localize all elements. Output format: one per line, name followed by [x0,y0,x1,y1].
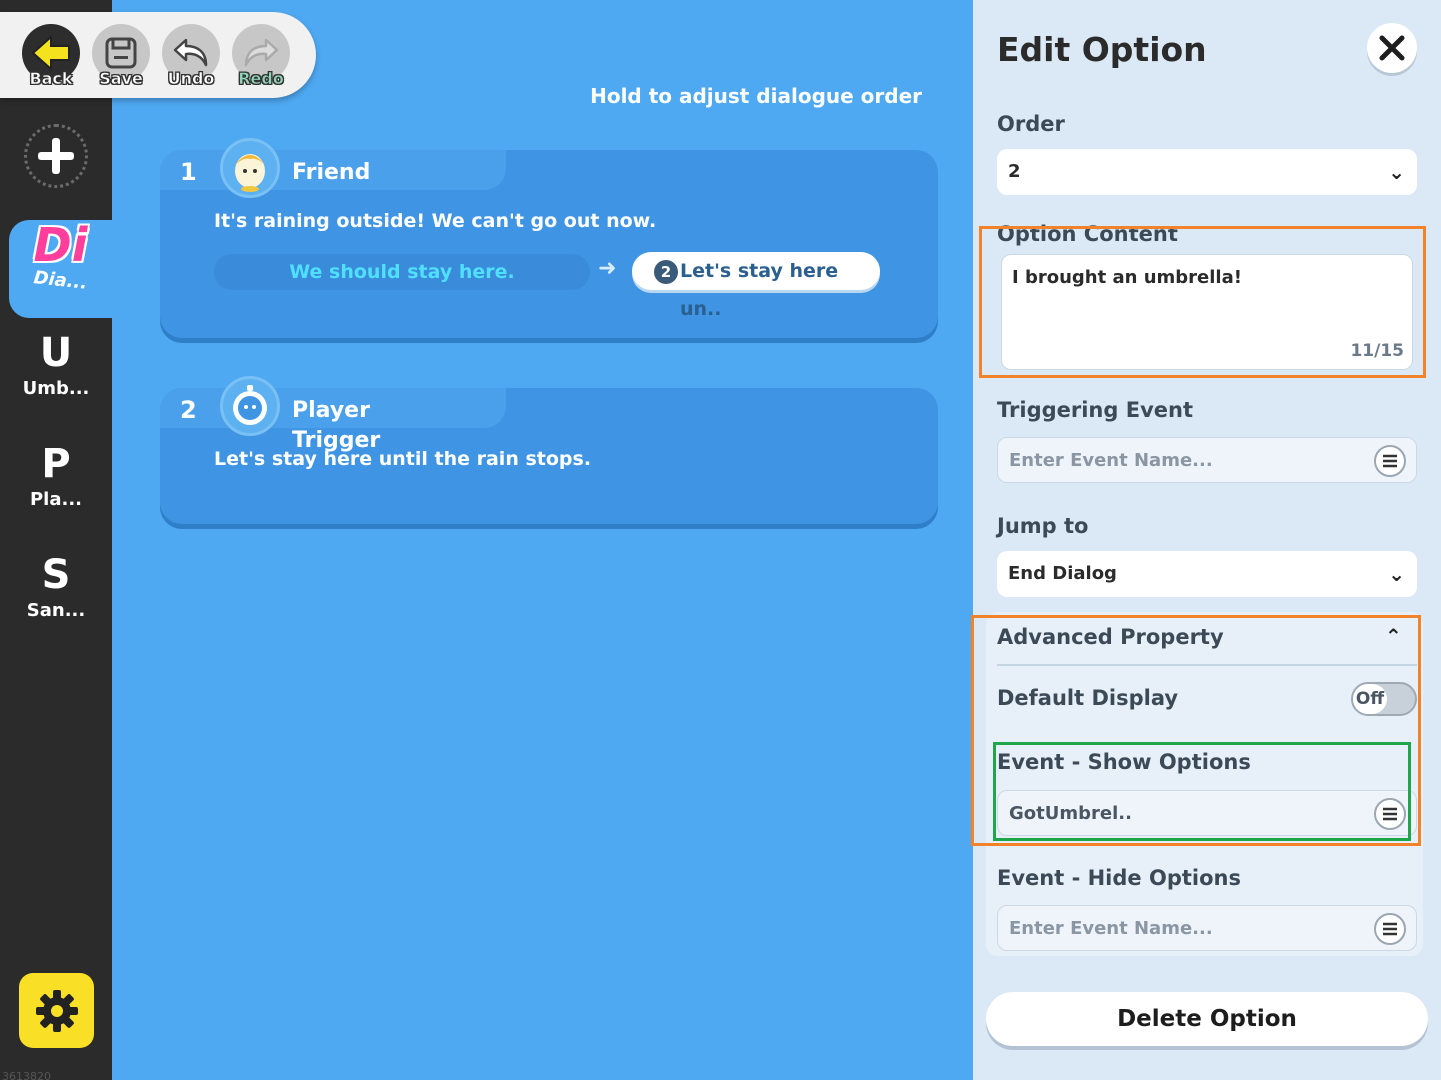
timer-icon [233,385,267,425]
dialogue-line: It's raining outside! We can't go out no… [214,210,657,232]
sidebar: Di Dia... U Umb... P Pla... S San... 361… [0,0,112,1080]
sidebar-item-umbrella[interactable]: U Umb... [0,328,112,426]
save-icon [105,37,137,69]
dialogue-card-1[interactable]: 1 Friend It's raining outside! We can't … [160,138,938,338]
dialogue-option[interactable]: We should stay here. [214,254,590,290]
dialogue-card-2[interactable]: 2 Player Trigger Let's stay here until t… [160,376,938,524]
back-label: Back [29,69,73,89]
close-button[interactable] [1367,23,1417,73]
triggering-event-label: Triggering Event [997,398,1193,422]
list-icon [1383,807,1397,821]
redo-icon [244,38,279,67]
sidebar-item-letter: S [41,552,71,598]
event-list-button[interactable] [1374,445,1406,477]
order-value: 2 [1008,161,1021,182]
undo-label: Undo [167,69,215,89]
dialogue-line: Let's stay here until the rain stops. [214,448,592,470]
hide-options-placeholder: Enter Event Name... [1009,918,1213,939]
back-arrow-icon [31,34,70,72]
chevron-up-icon[interactable]: ⌃ [1385,624,1402,648]
show-options-input[interactable]: GotUmbrel.. [997,790,1417,836]
list-icon [1383,454,1397,468]
order-label: Order [997,112,1065,136]
toggle-knob: Off [1353,684,1387,714]
default-display-label: Default Display [997,686,1179,710]
event-list-button[interactable] [1374,913,1406,945]
jump-to-select[interactable]: End Dialog ⌄ [997,551,1417,597]
option-content-value: I brought an umbrella! [1012,267,1242,288]
sidebar-item-dialogue[interactable]: Di Dia... [9,220,112,318]
sidebar-item-label: Pla... [29,489,83,510]
close-icon [1379,35,1405,61]
triggering-event-placeholder: Enter Event Name... [1009,450,1213,471]
redo-label: Redo [238,69,284,89]
delete-option-button[interactable]: Delete Option [986,992,1428,1046]
hide-options-input[interactable]: Enter Event Name... [997,905,1417,951]
jump-to-label: Jump to [997,514,1089,538]
chevron-down-icon: ⌄ [1388,160,1405,184]
option-content-input[interactable]: I brought an umbrella! 11/15 [1001,254,1413,370]
hide-options-label: Event - Hide Options [997,866,1241,890]
add-dialogue-button[interactable] [24,124,88,188]
reorder-hint: Hold to adjust dialogue order [590,84,922,108]
sidebar-item-letter: Di [33,218,88,272]
undo-icon [173,38,208,67]
egg-character-icon [235,154,265,192]
sidebar-item-san[interactable]: S San... [0,550,112,648]
dialogue-number: 2 [180,396,197,424]
jump-to-value: End Dialog [1008,563,1117,584]
sidebar-item-player[interactable]: P Pla... [0,439,112,537]
settings-button[interactable] [19,973,94,1048]
save-label: Save [99,69,143,89]
chevron-down-icon: ⌄ [1388,562,1405,586]
sidebar-item-letter: P [41,441,71,487]
sidebar-item-label: San... [26,600,86,621]
plus-icon [38,138,74,174]
sidebar-item-label: Umb... [22,378,90,399]
jump-number-badge: 2 [654,260,678,284]
speaker-name: Friend [292,160,371,185]
toolbar: Back Save Undo Redo [0,12,316,98]
panel-title: Edit Option [997,30,1207,69]
advanced-property-label[interactable]: Advanced Property [997,625,1224,649]
show-options-label: Event - Show Options [997,750,1251,774]
event-list-button[interactable] [1374,798,1406,830]
divider [997,664,1417,666]
character-count: 11/15 [1350,341,1404,361]
friend-avatar [220,138,280,198]
arrow-right-icon: ➜ [598,256,617,281]
show-options-value: GotUmbrel.. [1009,803,1132,824]
option-content-label: Option Content [997,222,1178,246]
order-select[interactable]: 2 ⌄ [997,149,1417,195]
default-display-toggle[interactable]: Off [1351,682,1417,716]
player-avatar [220,376,280,436]
jump-target-text: Let's stay here un.. [680,260,839,320]
build-id: 3613820 [2,1070,51,1080]
dialogue-number: 1 [180,158,197,186]
jump-target[interactable]: 2 Let's stay here un.. [632,252,880,320]
gear-icon [35,989,78,1032]
speaker-name: Player Trigger [292,398,381,453]
list-icon [1383,922,1397,936]
edit-option-panel: Edit Option Order 2 ⌄ Option Content I b… [973,0,1441,1080]
sidebar-item-letter: U [39,330,73,376]
triggering-event-input[interactable]: Enter Event Name... [997,437,1417,483]
